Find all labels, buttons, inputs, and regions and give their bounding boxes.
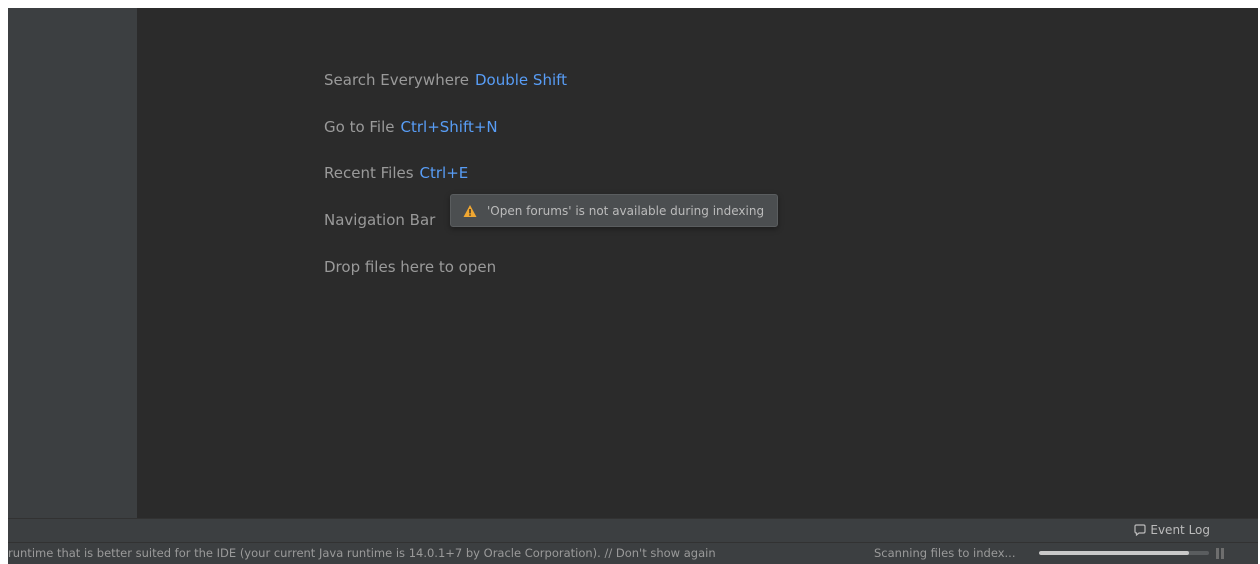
hint-recent-files: Recent Files Ctrl+E [324,164,468,182]
status-bar: runtime that is better suited for the ID… [8,542,1258,564]
hint-label: Navigation Bar [324,211,436,229]
status-message[interactable]: runtime that is better suited for the ID… [8,546,716,560]
pause-bar [1216,548,1219,559]
warning-icon [463,204,477,218]
hint-shortcut: Ctrl+E [419,164,469,182]
event-log-label: Event Log [1150,523,1210,537]
hint-navigation-bar: Navigation Bar [324,211,435,229]
hint-label: Recent Files [324,164,414,182]
hint-shortcut: Ctrl+Shift+N [400,118,498,136]
hint-search-everywhere: Search Everywhere Double Shift [324,71,567,89]
hint-label: Drop files here to open [324,258,497,276]
speech-bubble-icon [1134,524,1146,537]
hint-shortcut: Double Shift [475,71,568,89]
hint-drop-files: Drop files here to open [324,258,496,276]
indexing-status-text[interactable]: Scanning files to index... [874,546,1015,560]
hint-label: Search Everywhere [324,71,469,89]
ide-window: Search Everywhere Double Shift Go to File… [8,8,1258,564]
empty-editor-area[interactable]: Search Everywhere Double Shift Go to File… [137,8,1258,518]
event-log-button[interactable]: Event Log [1134,523,1210,537]
indexing-warning-tooltip: 'Open forums' is not available during in… [450,194,779,227]
pause-bar [1221,548,1224,559]
progress-fill [1039,551,1189,555]
hint-go-to-file: Go to File Ctrl+Shift+N [324,118,498,136]
indexing-progress-bar[interactable] [1039,551,1209,555]
hint-label: Go to File [324,118,395,136]
left-tool-panel [8,8,137,518]
pause-indexing-button[interactable] [1216,548,1224,559]
tool-window-bar: Event Log [8,518,1258,542]
tooltip-text: 'Open forums' is not available during in… [487,203,765,218]
